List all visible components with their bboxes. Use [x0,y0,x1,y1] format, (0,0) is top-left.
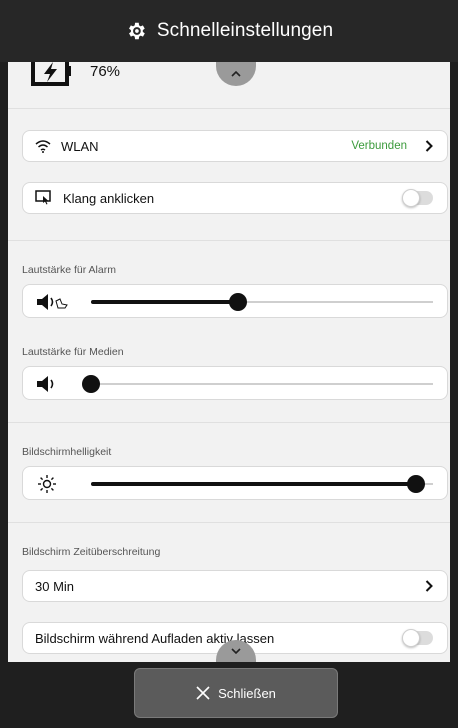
footer: Schließen [0,662,458,728]
alarm-volume-label: Lautstärke für Alarm [22,264,116,276]
page-title: Schnelleinstellungen [156,20,334,41]
chevron-up-icon [231,71,241,77]
keep-awake-toggle[interactable] [402,629,433,647]
click-sound-row: Klang anklicken [22,182,448,214]
sun-icon [38,475,56,493]
click-sound-toggle[interactable] [402,189,433,207]
header: Schnelleinstellungen [0,0,458,62]
battery-percent: 76% [90,63,121,80]
keep-awake-label: Bildschirm während Aufladen aktiv lassen [35,630,275,646]
slider-thumb[interactable] [229,293,248,311]
chevron-down-icon [231,648,241,654]
wifi-icon [35,140,51,153]
wlan-row[interactable]: WLAN Verbunden [22,130,448,162]
volume-icon [37,376,54,392]
screen-timeout-row[interactable]: 30 Min [22,570,448,602]
brightness-slider[interactable] [22,466,448,500]
divider [8,522,450,523]
slider-fill [91,482,416,486]
divider [8,240,450,241]
chevron-right-icon [425,140,433,152]
chevron-right-icon [425,580,433,592]
slider-thumb[interactable] [406,475,425,493]
gear-icon [128,22,145,40]
wlan-status: Verbunden [351,140,407,152]
settings-panel[interactable]: 76% WLAN Verbunden Klang anklicken Lauts… [8,62,450,662]
battery-charging-icon [31,62,71,86]
slider-thumb[interactable] [82,375,100,393]
alarm-volume-slider[interactable] [22,284,448,318]
wlan-label: WLAN [61,138,99,154]
battery-status: 76% [30,62,120,88]
media-volume-label: Lautstärke für Medien [22,346,124,358]
volume-alarm-icon [37,294,68,310]
brightness-label: Bildschirmhelligkeit [22,446,112,458]
tap-screen-icon [35,190,51,205]
screen-timeout-label: Bildschirm Zeitüberschreitung [22,546,161,558]
close-icon [196,686,210,700]
divider [8,108,450,109]
slider-fill [91,300,239,304]
media-volume-slider[interactable] [22,366,448,400]
screen-timeout-value: 30 Min [35,578,75,594]
divider [8,422,450,423]
slider-track [91,383,433,385]
scroll-up-button[interactable] [216,62,256,86]
close-button[interactable]: Schließen [134,668,338,718]
close-label: Schließen [218,685,276,701]
click-sound-label: Klang anklicken [63,190,155,206]
